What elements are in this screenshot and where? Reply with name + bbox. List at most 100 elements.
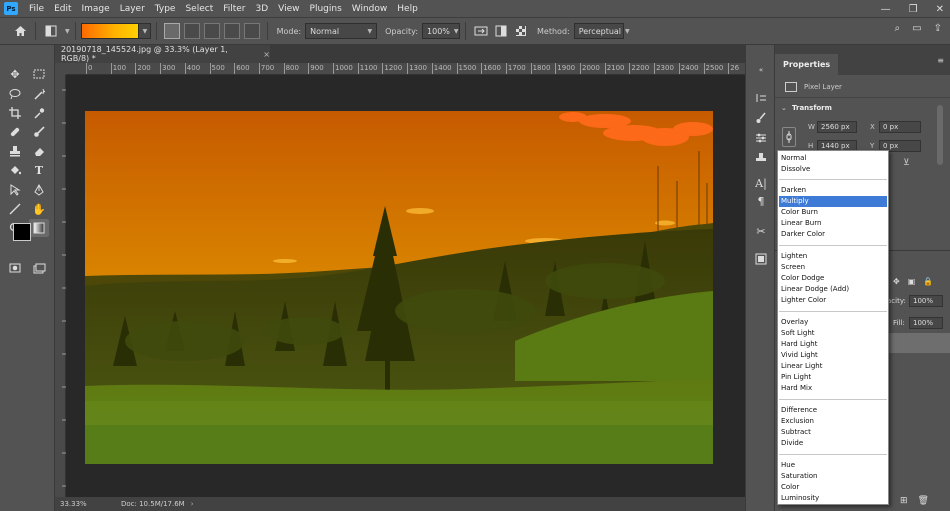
blend-vivid-light[interactable]: Vivid Light — [779, 350, 887, 361]
blend-subtract[interactable]: Subtract — [779, 427, 887, 438]
menu-filter[interactable]: Filter — [218, 4, 250, 14]
blend-darken[interactable]: Darken — [779, 185, 887, 196]
blend-difference[interactable]: Difference — [779, 405, 887, 416]
foreground-color-swatch[interactable] — [13, 223, 31, 241]
brush-settings-icon[interactable] — [752, 110, 770, 126]
paragraph-icon[interactable]: ¶ — [752, 193, 770, 209]
blend-saturation[interactable]: Saturation — [779, 471, 887, 482]
panel-menu-icon[interactable]: ≡ — [937, 56, 944, 65]
collapse-icon[interactable]: « — [752, 62, 770, 78]
menu-image[interactable]: Image — [77, 4, 115, 14]
document-tab[interactable]: 20190718_145524.jpg @ 33.3% (Layer 1, RG… — [55, 45, 270, 63]
screen-mode-icon[interactable] — [29, 259, 49, 277]
path-select-icon[interactable] — [5, 181, 25, 199]
close-window-button[interactable]: ✕ — [936, 4, 944, 15]
tab-properties[interactable]: Properties — [775, 54, 839, 75]
layer-opacity-field[interactable]: 100% — [909, 295, 943, 307]
blend-soft-light[interactable]: Soft Light — [779, 328, 887, 339]
lock-position-icon[interactable]: ✥ — [893, 277, 900, 286]
blend-linear-burn[interactable]: Linear Burn — [779, 218, 887, 229]
clone-source-icon[interactable] — [752, 150, 770, 166]
menu-layer[interactable]: Layer — [115, 4, 150, 14]
type-icon[interactable]: T — [29, 161, 49, 179]
paint-bucket-icon[interactable] — [5, 161, 25, 179]
marquee-icon[interactable] — [29, 65, 49, 83]
blend-darker-color[interactable]: Darker Color — [779, 229, 887, 240]
blend-luminosity[interactable]: Luminosity — [779, 493, 887, 504]
menu-type[interactable]: Type — [150, 4, 181, 14]
gradient-icon[interactable] — [29, 219, 49, 237]
new-layer-icon[interactable]: ⊞ — [900, 496, 908, 506]
document-image[interactable] — [85, 111, 713, 464]
blend-mode-dropdown[interactable]: Normal Dissolve Darken Multiply Color Bu… — [777, 150, 889, 505]
width-field[interactable]: 2560 px — [817, 121, 857, 133]
hand-icon[interactable]: ✋ — [29, 200, 49, 218]
blend-linear-dodge[interactable]: Linear Dodge (Add) — [779, 284, 887, 295]
menu-3d[interactable]: 3D — [251, 4, 274, 14]
history-icon[interactable] — [752, 90, 770, 106]
adjustments-icon[interactable] — [752, 130, 770, 146]
workspace-icon[interactable]: ▭ — [912, 23, 921, 34]
quickmask-icon[interactable] — [5, 259, 25, 277]
menu-file[interactable]: File — [24, 4, 49, 14]
diamond-gradient-button[interactable] — [243, 23, 260, 39]
dither-icon[interactable] — [491, 21, 511, 41]
blend-divide[interactable]: Divide — [779, 438, 887, 449]
menu-select[interactable]: Select — [180, 4, 218, 14]
menu-help[interactable]: Help — [392, 4, 423, 14]
magic-wand-icon[interactable] — [29, 85, 49, 103]
pen-icon[interactable] — [29, 181, 49, 199]
chevron-down-icon[interactable]: ▼ — [65, 28, 70, 35]
maximize-button[interactable]: ❐ — [909, 4, 918, 15]
search-icon[interactable]: ⌕ — [895, 23, 901, 34]
gradient-tool-preset-icon[interactable] — [41, 21, 61, 41]
linear-gradient-button[interactable] — [163, 23, 180, 39]
blend-hard-mix[interactable]: Hard Mix — [779, 383, 887, 394]
blend-lighten[interactable]: Lighten — [779, 251, 887, 262]
menu-plugins[interactable]: Plugins — [305, 4, 347, 14]
minimize-button[interactable]: — — [881, 4, 891, 15]
blend-color-burn[interactable]: Color Burn — [779, 207, 887, 218]
x-field[interactable]: 0 px — [879, 121, 921, 133]
reflected-gradient-button[interactable] — [223, 23, 240, 39]
blend-linear-light[interactable]: Linear Light — [779, 361, 887, 372]
blend-color[interactable]: Color — [779, 482, 887, 493]
eyedropper-icon[interactable] — [29, 104, 49, 122]
chevron-down-icon[interactable]: ⌄ — [781, 104, 787, 112]
blend-hue[interactable]: Hue — [779, 460, 887, 471]
link-icon[interactable] — [782, 127, 796, 147]
blend-normal[interactable]: Normal — [779, 153, 887, 164]
move-icon[interactable]: ✥ — [5, 65, 25, 83]
lock-icon[interactable]: 🔒 — [923, 277, 933, 286]
gradient-swatch[interactable] — [80, 23, 139, 39]
character-icon[interactable]: A| — [752, 175, 770, 191]
blend-multiply[interactable]: Multiply — [779, 196, 887, 207]
radial-gradient-button[interactable] — [183, 23, 200, 39]
home-icon[interactable] — [10, 21, 30, 41]
healing-icon[interactable] — [5, 123, 25, 141]
blend-lighter-color[interactable]: Lighter Color — [779, 295, 887, 306]
trash-icon[interactable]: 🗑 — [918, 496, 929, 506]
properties-scrollbar[interactable] — [937, 105, 943, 165]
menu-view[interactable]: View — [273, 4, 304, 14]
layer-row-selected[interactable] — [885, 333, 950, 353]
flip-vertical-icon[interactable]: ⊻ — [903, 158, 910, 168]
opacity-field[interactable]: 100% ▼ — [422, 23, 461, 39]
blend-hard-light[interactable]: Hard Light — [779, 339, 887, 350]
lasso-icon[interactable] — [5, 85, 25, 103]
blend-color-dodge[interactable]: Color Dodge — [779, 273, 887, 284]
tool-presets-icon[interactable]: ✂ — [752, 223, 770, 239]
zoom-level[interactable]: 33.33% — [60, 500, 116, 508]
eraser-icon[interactable] — [29, 142, 49, 160]
menu-edit[interactable]: Edit — [49, 4, 76, 14]
menu-window[interactable]: Window — [347, 4, 393, 14]
properties-icon[interactable] — [752, 251, 770, 267]
transparency-icon[interactable] — [511, 21, 531, 41]
angle-gradient-button[interactable] — [203, 23, 220, 39]
close-icon[interactable]: × — [263, 50, 270, 59]
blend-overlay[interactable]: Overlay — [779, 317, 887, 328]
share-icon[interactable]: ⇪ — [934, 23, 942, 34]
gradient-picker-dropdown[interactable]: ▼ — [138, 23, 151, 39]
method-dropdown[interactable]: Perceptual ▼ — [573, 23, 630, 39]
blend-exclusion[interactable]: Exclusion — [779, 416, 887, 427]
